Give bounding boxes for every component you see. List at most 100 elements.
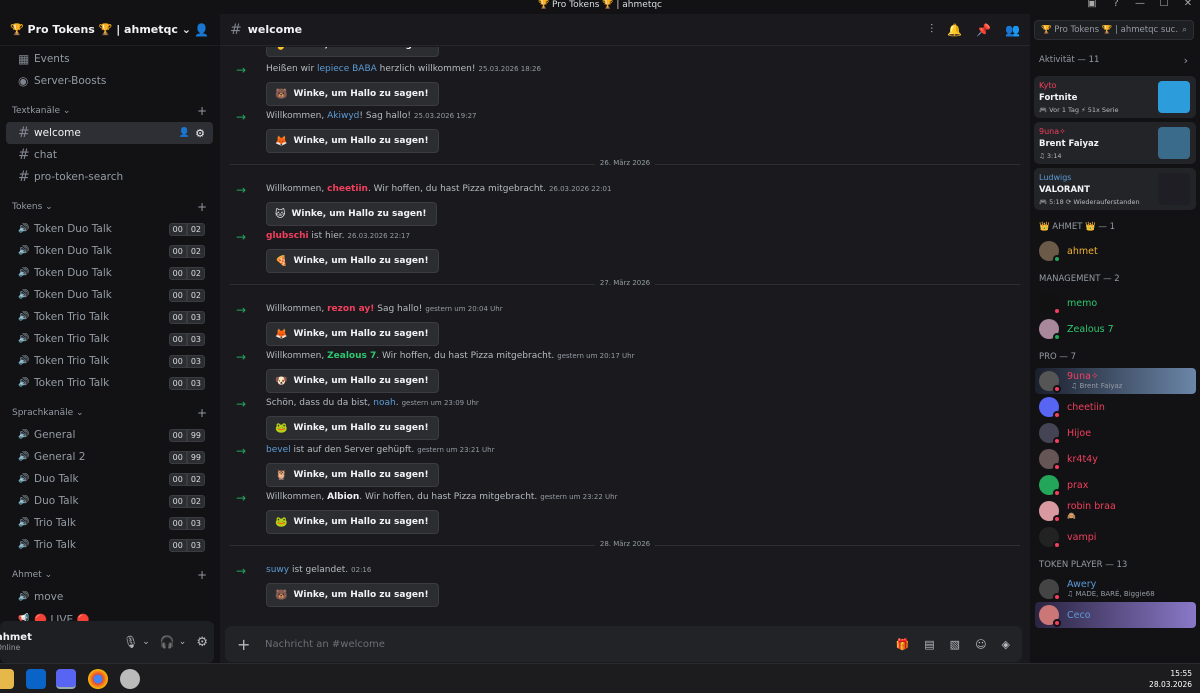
sidebar-item-events[interactable]: ▦ Events — [6, 48, 213, 70]
server-header[interactable]: 🏆 Pro Tokens 🏆 | ahmetqc ⌄ 👤 — [0, 14, 219, 46]
add-channel-icon[interactable]: + — [197, 104, 207, 118]
category-header[interactable]: Textkanäle ⌄ + — [0, 100, 219, 122]
member-item[interactable]: Awery ♫ MADE, BARÉ, Biggie68 — [1031, 576, 1200, 602]
sticker-icon[interactable]: ▧ — [950, 638, 960, 651]
gif-icon[interactable]: ▤ — [924, 638, 934, 651]
message-username[interactable]: glubschi — [266, 231, 309, 241]
category-header[interactable]: Tokens ⌄ + — [0, 196, 219, 218]
wave-button[interactable]: 🐶 Winke, um Hallo zu sagen! — [266, 369, 439, 393]
discord-taskbar-icon[interactable] — [56, 669, 76, 689]
message-username[interactable]: suwy — [266, 565, 289, 575]
member-item[interactable]: cheetiin — [1031, 394, 1200, 420]
file-explorer-icon[interactable] — [0, 669, 14, 689]
member-item[interactable]: prax — [1031, 472, 1200, 498]
message-username[interactable]: bevel — [266, 445, 291, 455]
add-attachment-icon[interactable]: + — [237, 635, 265, 654]
microphone-icon[interactable]: 🎙 — [123, 635, 138, 649]
wave-button[interactable]: 🐻 Winke, um Hallo zu sagen! — [266, 583, 439, 607]
add-channel-icon[interactable]: + — [197, 568, 207, 582]
channel-text[interactable]: # chat — [6, 144, 213, 166]
wave-button[interactable]: 🦊 Winke, um Hallo zu sagen! — [266, 129, 439, 153]
channel-voice[interactable]: 🔊 move — [6, 586, 213, 608]
channel-settings-gear-icon[interactable]: ⚙ — [195, 127, 205, 140]
category-header[interactable]: Sprachkanäle ⌄ + — [0, 402, 219, 424]
message-username[interactable]: cheetiin — [327, 184, 368, 194]
app-icon[interactable] — [120, 669, 140, 689]
close-button[interactable]: ✕ — [1176, 0, 1200, 14]
message-username[interactable]: rezon ay! — [327, 304, 374, 314]
channel-voice[interactable]: 🔊 Token Trio Talk 00 03 — [6, 328, 213, 350]
bell-icon[interactable]: 🔔 — [947, 23, 962, 37]
chevron-down-icon[interactable]: ⌄ — [179, 637, 187, 647]
message-composer[interactable]: + Nachricht an #welcome 🎁 ▤ ▧ ☺ ◈ — [225, 626, 1022, 662]
message-username[interactable]: Akiwyd — [327, 111, 359, 121]
inbox-icon[interactable]: ▣ — [1080, 0, 1104, 14]
wave-button[interactable]: 🐱 Winke, um Hallo zu sagen! — [266, 202, 437, 226]
channel-voice[interactable]: 🔊 Trio Talk 00 03 — [6, 534, 213, 556]
channel-voice[interactable]: 🔊 Token Duo Talk 00 02 — [6, 240, 213, 262]
channel-voice[interactable]: 🔊 Trio Talk 00 03 — [6, 512, 213, 534]
pin-icon[interactable]: 📌 — [976, 23, 991, 37]
threads-icon[interactable]: ⫶ — [930, 22, 933, 37]
outlook-icon[interactable] — [26, 669, 46, 689]
member-item[interactable]: robin braa 🙈 — [1031, 498, 1200, 524]
wave-button[interactable]: 🐸 Winke, um Hallo zu sagen! — [266, 416, 439, 440]
wave-button[interactable]: 🦉 Winke, um Hallo zu sagen! — [266, 463, 439, 487]
wave-button[interactable]: ✋ Winke, um Hallo zu sagen! — [266, 47, 439, 57]
channel-voice[interactable]: 🔊 Token Trio Talk 00 03 — [6, 350, 213, 372]
help-icon[interactable]: ? — [1104, 0, 1128, 14]
composer-placeholder[interactable]: Nachricht an #welcome — [265, 639, 896, 650]
settings-gear-icon[interactable]: ⚙ — [196, 635, 208, 650]
channel-voice[interactable]: 🔊 Token Trio Talk 00 03 — [6, 306, 213, 328]
member-item[interactable]: vampi — [1031, 524, 1200, 550]
system-clock[interactable]: 15:55 28.03.2026 — [1149, 668, 1192, 690]
wave-button[interactable]: 🦊 Winke, um Hallo zu sagen! — [266, 322, 439, 346]
invite-icon[interactable]: 👤 — [179, 128, 190, 138]
channel-text[interactable]: # welcome 👤 ⚙ — [6, 122, 213, 144]
channel-voice[interactable]: 🔊 General 00 99 — [6, 424, 213, 446]
apps-icon[interactable]: ◈ — [1002, 638, 1010, 651]
activity-card[interactable]: Kyto Fortnite 🎮 Vor 1 Tag ⚡ 51x Serie — [1034, 76, 1196, 118]
member-item[interactable]: Hijoe — [1031, 420, 1200, 446]
message-username[interactable]: Albion — [327, 492, 359, 502]
wave-button[interactable]: 🐻 Winke, um Hallo zu sagen! — [266, 82, 439, 106]
member-item[interactable]: memo — [1031, 290, 1200, 316]
minimize-button[interactable]: — — [1128, 0, 1152, 14]
sidebar-item-server-boosts[interactable]: ◉ Server-Boosts — [6, 70, 213, 92]
member-list-icon[interactable]: 👥 — [1005, 23, 1020, 37]
channel-voice[interactable]: 🔊 Token Duo Talk 00 02 — [6, 218, 213, 240]
maximize-button[interactable]: ☐ — [1152, 0, 1176, 14]
chevron-right-icon[interactable]: › — [1184, 54, 1188, 67]
member-item[interactable]: kr4t4y — [1031, 446, 1200, 472]
wave-button[interactable]: 🐸 Winke, um Hallo zu sagen! — [266, 510, 439, 534]
channel-voice[interactable]: 🔊 Token Duo Talk 00 02 — [6, 284, 213, 306]
channel-voice[interactable]: 🔊 Token Duo Talk 00 02 — [6, 262, 213, 284]
add-channel-icon[interactable]: + — [197, 406, 207, 420]
add-channel-icon[interactable]: + — [197, 200, 207, 214]
member-item[interactable]: Zealous 7 — [1031, 316, 1200, 342]
search-input[interactable]: 🏆 Pro Tokens 🏆 | ahmetqc suc... ⌕ — [1034, 20, 1194, 40]
member-item[interactable]: 9una✧ ♫ Brent Faiyaz — [1035, 368, 1196, 394]
category-header[interactable]: Ahmet ⌄ + — [0, 564, 219, 586]
channel-voice[interactable]: 🔊 Duo Talk 00 02 — [6, 490, 213, 512]
activity-card[interactable]: Ludwigs VALORANT 🎮 5:18 ⟳ Wiederauferstand… — [1034, 168, 1196, 210]
activity-card[interactable]: 9una✧ Brent Faiyaz ♫ 3:14 — [1034, 122, 1196, 164]
message-username[interactable]: lepiece BABA — [317, 64, 377, 74]
message-list[interactable]: ✋ Winke, um Hallo zu sagen! → Heißen wir le… — [220, 47, 1030, 619]
member-item[interactable]: ahmet — [1031, 238, 1200, 264]
invite-people-icon[interactable]: 👤 — [194, 23, 209, 37]
channel-voice[interactable]: 🔊 Token Trio Talk 00 03 — [6, 372, 213, 394]
channel-voice[interactable]: 🔊 Duo Talk 00 02 — [6, 468, 213, 490]
message-username[interactable]: Zealous 7 — [327, 351, 376, 361]
channel-voice[interactable]: 🔊 General 2 00 99 — [6, 446, 213, 468]
username[interactable]: ahmet — [0, 632, 123, 643]
message-username[interactable]: noah — [373, 398, 395, 408]
chevron-down-icon[interactable]: ⌄ — [142, 637, 150, 647]
gift-icon[interactable]: 🎁 — [896, 638, 910, 651]
member-item[interactable]: Ceco — [1035, 602, 1196, 628]
headphones-icon[interactable]: 🎧 — [160, 635, 175, 649]
emoji-icon[interactable]: ☺ — [975, 638, 986, 651]
chrome-icon[interactable] — [88, 669, 108, 689]
wave-button[interactable]: 🍕 Winke, um Hallo zu sagen! — [266, 249, 439, 273]
channel-text[interactable]: # pro-token-search — [6, 166, 213, 188]
